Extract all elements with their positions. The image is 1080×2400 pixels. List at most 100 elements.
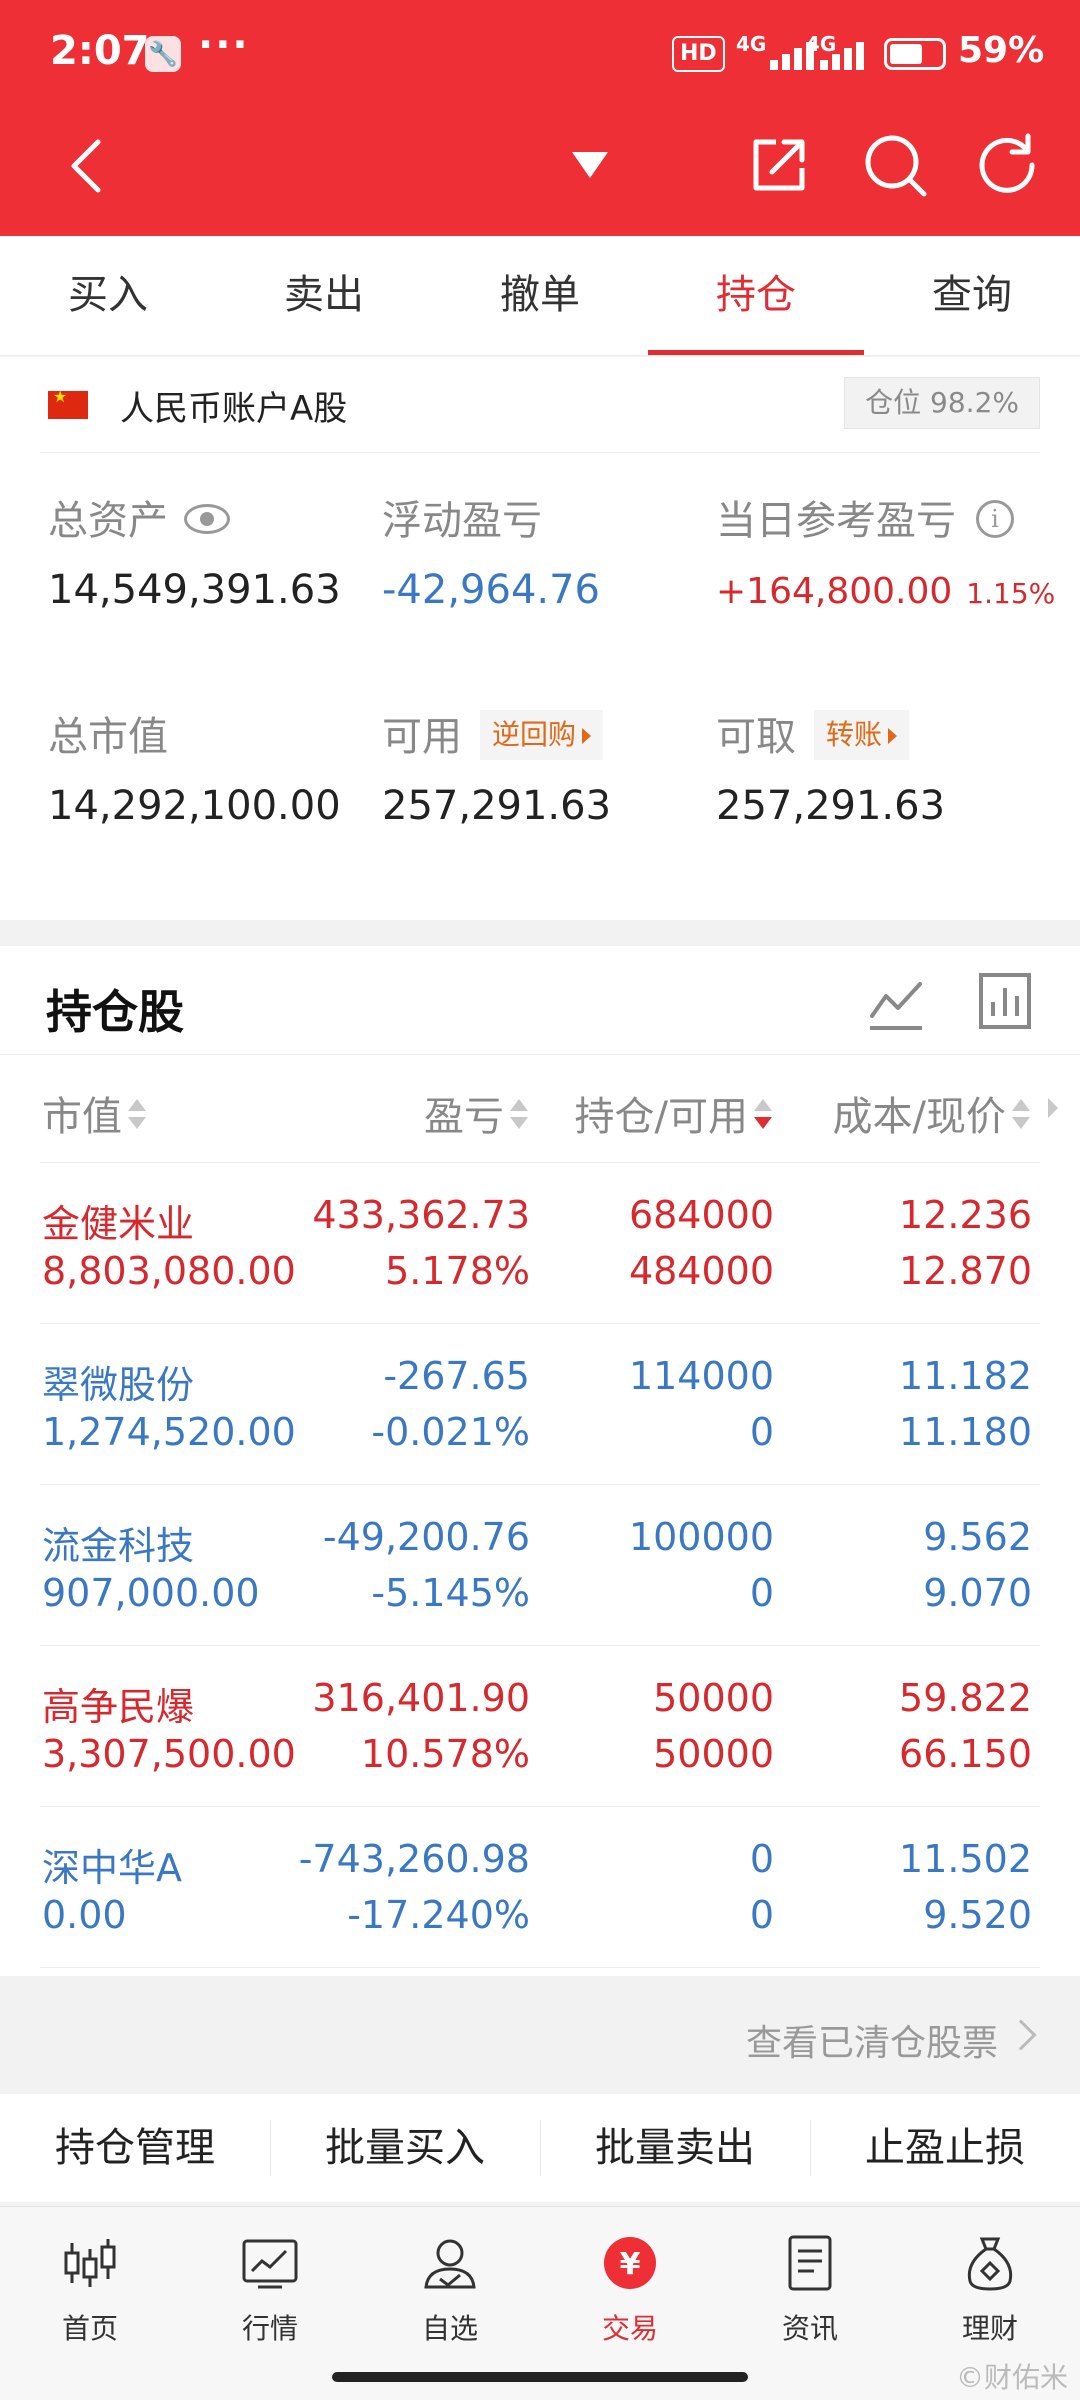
nav-news-label: 资讯	[781, 2312, 838, 2345]
stock-pl: -49,200.76	[322, 1515, 530, 1559]
stock-name: 流金科技	[42, 1524, 195, 1568]
chevron-right-icon	[1005, 2019, 1037, 2051]
stock-current-price: 9.520	[923, 1893, 1032, 1937]
total-assets: 总资产 14,549,391.63	[48, 493, 341, 613]
col-market-value-label: 市值	[42, 1094, 122, 1140]
trade-tabs: 买入 卖出 撤单 持仓 查询	[0, 236, 1080, 356]
stock-available-qty: 50000	[653, 1732, 774, 1776]
table-row[interactable]: 流金科技 907,000.00 -49,200.76 -5.145% 100000 0 9.…	[0, 1485, 1080, 1646]
view-cleared-stocks-link[interactable]: 查看已清仓股票	[0, 1984, 1080, 2092]
col-cost-label: 成本/现价	[832, 1094, 1006, 1140]
holdings-actions: 持仓管理 批量买入 批量卖出 止盈止损	[0, 2094, 1080, 2202]
nav-watchlist-label: 自选	[421, 2312, 478, 2345]
table-row[interactable]: 深中华A 0.00 -743,260.98 -17.240% 0 0 11.502 9.520	[0, 1807, 1080, 1968]
market-value-value: 14,292,100.00	[48, 783, 341, 829]
column-header-position[interactable]: 持仓/可用	[575, 1084, 774, 1142]
row-divider	[40, 1967, 1040, 1968]
table-row[interactable]: 翠微股份 1,274,520.00 -267.65 -0.021% 114000 0 11.…	[0, 1324, 1080, 1485]
daily-reference-pl: 当日参考盈亏 i +164,800.00 1.15%	[716, 493, 1055, 613]
floating-pl: 浮动盈亏 -42,964.76	[382, 493, 600, 613]
stock-name: 高争民爆	[42, 1685, 195, 1729]
search-icon[interactable]	[862, 132, 928, 198]
candlestick-icon	[64, 2239, 116, 2287]
nav-market[interactable]: 行情	[180, 2207, 360, 2400]
stock-market-value: 0.00	[42, 1893, 127, 1937]
money-bag-icon	[967, 2237, 1013, 2291]
news-document-icon	[788, 2235, 832, 2291]
reverse-repo-label: 逆回购	[492, 718, 577, 751]
column-header-cost-price[interactable]: 成本/现价	[833, 1084, 1032, 1142]
nav-home[interactable]: 首页	[0, 2207, 180, 2400]
svg-text:¥: ¥	[620, 2247, 641, 2282]
batch-buy-button[interactable]: 批量买入	[270, 2094, 540, 2202]
holdings-title: 持仓股	[46, 985, 184, 1039]
position-ratio-badge: 仓位 98.2%	[844, 377, 1040, 429]
position-management-button[interactable]: 持仓管理	[0, 2094, 270, 2202]
nav-home-label: 首页	[61, 2312, 118, 2345]
share-icon[interactable]	[748, 134, 810, 196]
stock-pl-percent: -0.021%	[371, 1410, 530, 1454]
signal-bars-icon-2	[820, 40, 880, 70]
back-arrow-icon[interactable]	[58, 136, 118, 196]
stock-current-price: 11.180	[899, 1410, 1032, 1454]
stock-available-qty: 0	[749, 1893, 774, 1937]
tab-holdings[interactable]: 持仓	[648, 236, 864, 355]
more-notifications-icon: ···	[198, 22, 250, 68]
stock-name: 深中华A	[42, 1846, 182, 1890]
home-indicator[interactable]	[332, 2372, 748, 2382]
table-row[interactable]: 金健米业 8,803,080.00 433,362.73 5.178% 684000 48…	[0, 1163, 1080, 1324]
account-dropdown-icon[interactable]	[570, 150, 610, 180]
daily-pl-percent: 1.15%	[966, 577, 1056, 610]
transfer-button[interactable]: 转账	[814, 710, 910, 760]
line-chart-icon[interactable]	[868, 976, 924, 1032]
stock-market-value: 8,803,080.00	[42, 1249, 296, 1293]
available-funds: 可用 逆回购 257,291.63	[382, 709, 611, 829]
watchlist-person-icon	[424, 2239, 476, 2289]
floating-pl-label: 浮动盈亏	[382, 498, 542, 544]
stock-name: 翠微股份	[42, 1363, 195, 1407]
nav-market-label: 行情	[241, 2312, 298, 2345]
stock-holding-qty: 100000	[628, 1515, 774, 1559]
stock-cost-price: 11.182	[899, 1354, 1032, 1398]
daily-pl-label: 当日参考盈亏	[716, 498, 956, 544]
scroll-right-icon[interactable]	[1048, 1098, 1058, 1118]
column-header-market-value[interactable]: 市值	[42, 1084, 148, 1142]
stock-current-price: 9.070	[923, 1571, 1032, 1615]
tab-query[interactable]: 查询	[864, 236, 1080, 355]
stock-cost-price: 11.502	[899, 1837, 1032, 1881]
take-profit-stop-loss-button[interactable]: 止盈止损	[810, 2094, 1080, 2202]
table-row[interactable]: 高争民爆 3,307,500.00 316,401.90 10.578% 50000 50…	[0, 1646, 1080, 1807]
transfer-label: 转账	[826, 718, 883, 751]
status-bar: 2:07 🔧 ··· HD 4G 4G 59%	[0, 0, 1080, 108]
available-value: 257,291.63	[382, 783, 612, 829]
stock-market-value: 907,000.00	[42, 1571, 260, 1615]
col-pl-label: 盈亏	[424, 1094, 504, 1140]
bar-chart-icon[interactable]	[978, 972, 1032, 1030]
account-summary: 人民币账户A股 仓位 98.2% 总资产 14,549,391.63 浮动盈亏 …	[0, 357, 1080, 920]
tab-cancel-order[interactable]: 撤单	[432, 236, 648, 355]
column-header-pl[interactable]: 盈亏	[424, 1084, 530, 1142]
stock-pl: -267.65	[383, 1354, 530, 1398]
bottom-navigation: 首页 行情 自选 ¥ 交易 资讯 理财	[0, 2206, 1080, 2400]
china-flag-icon	[48, 387, 88, 419]
batch-sell-button[interactable]: 批量卖出	[540, 2094, 810, 2202]
info-icon[interactable]: i	[976, 500, 1014, 538]
battery-icon	[884, 38, 946, 70]
tab-sell[interactable]: 卖出	[216, 236, 432, 355]
account-row[interactable]: 人民币账户A股 仓位 98.2%	[40, 357, 1040, 453]
tab-buy[interactable]: 买入	[0, 236, 216, 355]
market-chart-icon	[242, 2239, 298, 2289]
refresh-icon[interactable]	[974, 132, 1040, 198]
caret-right-icon	[582, 728, 592, 744]
stock-current-price: 12.870	[899, 1249, 1032, 1293]
nav-news[interactable]: 资讯	[720, 2207, 900, 2400]
total-assets-label: 总资产	[48, 498, 168, 544]
app-header: 2:07 🔧 ··· HD 4G 4G 59%	[0, 0, 1080, 236]
available-label: 可用	[382, 714, 462, 760]
reverse-repo-button[interactable]: 逆回购	[480, 710, 604, 760]
holdings-section: 持仓股 市值 盈亏 持仓/可用 成本/现价 金健米业 8,803,080.00 43…	[0, 946, 1080, 1976]
stock-pl-percent: -5.145%	[371, 1571, 530, 1615]
caret-right-icon	[888, 728, 898, 744]
eye-icon[interactable]	[184, 504, 230, 534]
watermark: ©财佑米	[955, 2361, 1068, 2394]
